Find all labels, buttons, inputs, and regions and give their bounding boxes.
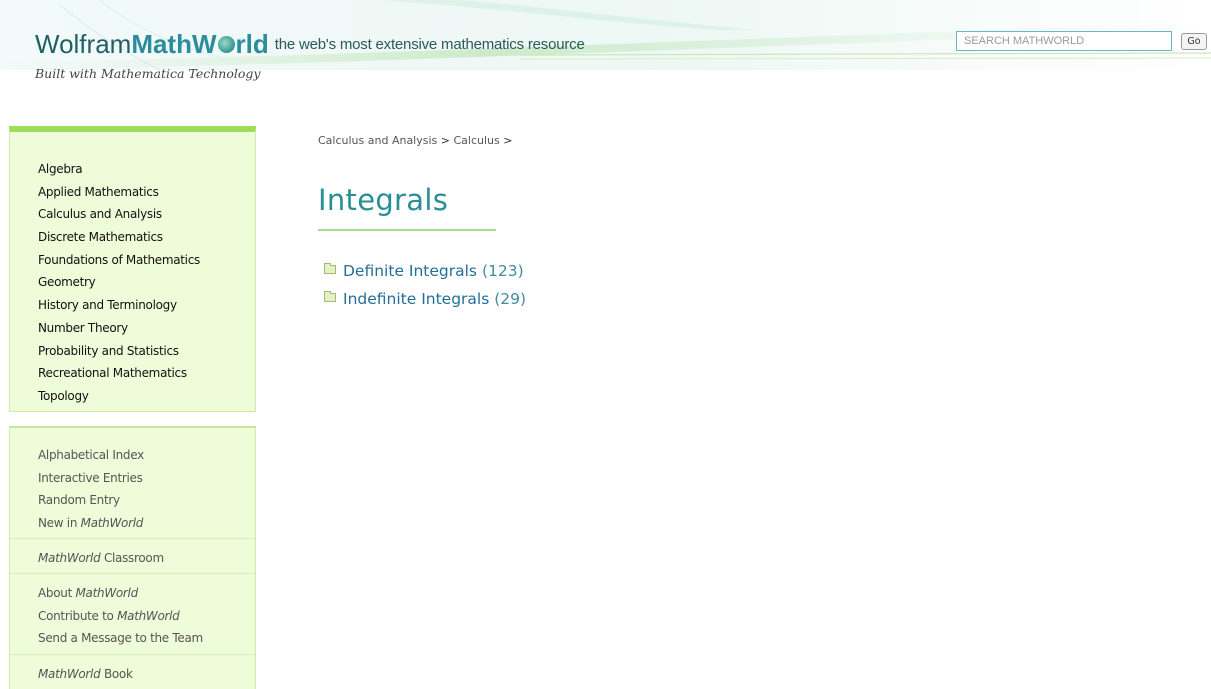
category-count: (29) (494, 290, 527, 308)
nav-divider (10, 573, 255, 574)
logo-rld-text: rld (235, 29, 269, 59)
logo-wolfram-text: Wolfram (35, 29, 132, 59)
nav-group-book: MathWorld Book (10, 663, 255, 686)
sidebar-topics-panel: Algebra Applied Mathematics Calculus and… (9, 126, 256, 412)
logo-w-text: W (191, 29, 217, 59)
page-title: Integrals (318, 183, 449, 217)
category-indefinite-integrals[interactable]: Indefinite Integrals (29) (324, 289, 526, 317)
category-list: Definite Integrals (123) Indefinite Inte… (324, 261, 526, 317)
folder-icon (324, 291, 336, 302)
breadcrumb-separator: > (503, 134, 513, 147)
sidebar-topic-applied-mathematics[interactable]: Applied Mathematics (38, 181, 200, 204)
breadcrumb: Calculus and Analysis > Calculus > (318, 134, 512, 147)
nav-contribute-text: Contribute to (38, 608, 114, 623)
sidebar-topic-topology[interactable]: Topology (38, 385, 200, 408)
site-header: WolframMathW rld the web's most extensive … (0, 0, 1211, 95)
nav-mathworld-book[interactable]: MathWorld Book (10, 663, 255, 686)
breadcrumb-separator: > (440, 134, 450, 147)
mathworld-logo[interactable]: WolframMathW rld the web's most extensive … (35, 27, 585, 63)
category-count: (123) (481, 262, 524, 280)
sidebar-topic-algebra[interactable]: Algebra (38, 158, 200, 181)
search-input[interactable] (956, 31, 1172, 51)
nav-random-entry[interactable]: Random Entry (10, 489, 255, 512)
nav-book-mathworld-text: MathWorld (38, 667, 101, 681)
built-with-mathematica: Built with Mathematica Technology (35, 66, 261, 81)
sidebar-topic-recreational-mathematics[interactable]: Recreational Mathematics (38, 362, 200, 385)
nav-send-message[interactable]: Send a Message to the Team (10, 627, 255, 650)
sidebar-topic-discrete-mathematics[interactable]: Discrete Mathematics (38, 226, 200, 249)
breadcrumb-calculus[interactable]: Calculus (453, 134, 499, 147)
nav-group-classroom: MathWorld Classroom (10, 547, 255, 570)
sidebar-nav-panel: Alphabetical Index Interactive Entries R… (9, 426, 256, 689)
nav-group-about: About MathWorld Contribute to MathWorld … (10, 582, 255, 650)
search-go-button[interactable]: Go (1181, 33, 1207, 50)
category-definite-integrals[interactable]: Definite Integrals (123) (324, 261, 526, 289)
folder-icon (324, 263, 336, 274)
logo-math-text: Math (131, 29, 192, 59)
nav-interactive-entries[interactable]: Interactive Entries (10, 467, 255, 490)
sidebar-topic-number-theory[interactable]: Number Theory (38, 317, 200, 340)
title-underline (318, 229, 496, 231)
nav-new-in-mathworld[interactable]: New in MathWorld (10, 512, 255, 535)
category-label: Definite Integrals (343, 262, 478, 280)
nav-divider (10, 538, 255, 539)
category-label: Indefinite Integrals (343, 290, 490, 308)
sidebar-topic-geometry[interactable]: Geometry (38, 271, 200, 294)
sidebar-topic-probability-and-statistics[interactable]: Probability and Statistics (38, 340, 200, 363)
nav-group-index: Alphabetical Index Interactive Entries R… (10, 444, 255, 535)
nav-contribute-to-mathworld[interactable]: Contribute to MathWorld (10, 605, 255, 628)
nav-about-mathworld-text: MathWorld (75, 586, 139, 600)
globe-icon (217, 36, 235, 53)
nav-contribute-mathworld-text: MathWorld (117, 608, 180, 623)
nav-mathworld-classroom[interactable]: MathWorld Classroom (10, 547, 255, 570)
sidebar-topic-calculus-and-analysis[interactable]: Calculus and Analysis (38, 203, 200, 226)
breadcrumb-calculus-and-analysis[interactable]: Calculus and Analysis (318, 134, 437, 147)
nav-new-in-mathworld-text: MathWorld (80, 516, 144, 531)
topics-list: Algebra Applied Mathematics Calculus and… (38, 158, 200, 408)
nav-alphabetical-index[interactable]: Alphabetical Index (10, 444, 255, 467)
nav-about-text: About (38, 586, 72, 600)
site-tagline: the web's most extensive mathematics res… (274, 36, 585, 53)
nav-about-mathworld[interactable]: About MathWorld (10, 582, 255, 605)
sidebar-topic-history-and-terminology[interactable]: History and Terminology (38, 294, 200, 317)
sidebar-topic-foundations-of-mathematics[interactable]: Foundations of Mathematics (38, 249, 200, 272)
nav-new-in-text: New in (38, 516, 78, 531)
nav-classroom-mathworld-text: MathWorld (38, 551, 101, 565)
nav-classroom-text: Classroom (103, 551, 164, 565)
nav-book-text: Book (103, 667, 133, 681)
nav-divider (10, 654, 255, 655)
